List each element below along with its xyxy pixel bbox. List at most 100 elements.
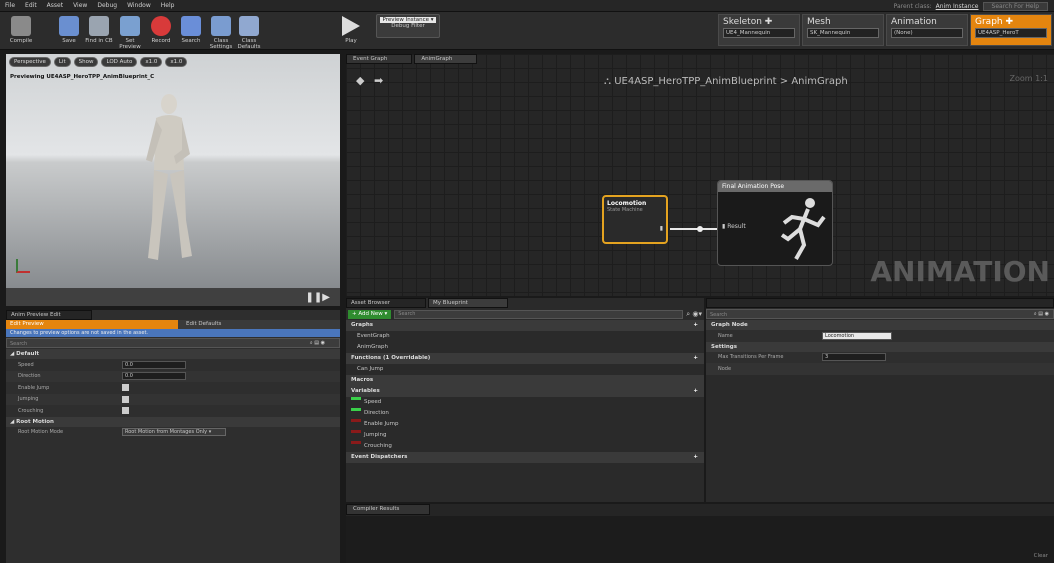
result-pin-icon[interactable]: ▮ Result [722, 223, 746, 230]
add-new-button[interactable]: + Add New ▾ [348, 309, 392, 319]
crouching-checkbox[interactable] [122, 407, 129, 415]
add-icon[interactable]: + [693, 353, 698, 364]
locomotion-node[interactable]: Locomotion State Machine ▮ [602, 195, 668, 244]
menu-window[interactable]: Window [122, 2, 156, 9]
class-defaults-button[interactable]: Class Defaults [234, 14, 264, 50]
max-transitions-field[interactable]: 3 [822, 353, 886, 362]
blueprint-item-label: Event Dispatchers [351, 454, 408, 460]
final-pose-node[interactable]: Final Animation Pose ▮ Result [717, 180, 833, 266]
preview-instance-dropdown[interactable]: Preview Instance ▾ Debug Filter [376, 14, 440, 38]
compile-icon [11, 16, 31, 36]
menu-debug[interactable]: Debug [92, 2, 122, 9]
save-button[interactable]: Save [54, 14, 84, 48]
clear-button[interactable]: Clear [1034, 553, 1048, 559]
compile-button[interactable]: Compile [6, 14, 36, 48]
search-button[interactable]: Search [176, 14, 206, 48]
menu-file[interactable]: File [0, 2, 20, 9]
play-button[interactable]: Play [336, 14, 366, 48]
mode-skeleton-asset: UE4_Mannequin [723, 28, 795, 38]
add-icon[interactable]: + [693, 386, 698, 397]
name-field[interactable]: Locomotion [822, 331, 892, 340]
lit-button[interactable]: Lit [53, 57, 71, 67]
mode-animation[interactable]: Animation (None) [886, 14, 968, 46]
jumping-checkbox[interactable] [122, 395, 129, 403]
menu-asset[interactable]: Asset [42, 2, 68, 9]
enable-jump-checkbox[interactable] [122, 384, 129, 392]
output-pin-icon[interactable]: ▮ [660, 225, 663, 232]
mode-skeleton[interactable]: Skeleton ✚ UE4_Mannequin [718, 14, 800, 46]
edit-defaults-tab[interactable]: Edit Defaults [178, 320, 340, 329]
variable-type-icon [351, 419, 361, 422]
search-icon[interactable]: ⌕ ◉▾ [686, 310, 702, 319]
anim-preview-tab[interactable]: Anim Preview Edit [6, 310, 92, 320]
search-icon[interactable]: ⌕ ▤ ◉ [1031, 310, 1049, 318]
blueprint-item[interactable]: Crouching [346, 441, 704, 452]
speed-button[interactable]: x1.0 [140, 57, 163, 67]
tab-event-graph[interactable]: Event Graph [346, 54, 413, 64]
blueprint-section[interactable]: Functions (1 Overridable) + [346, 353, 704, 364]
details-search-placeholder: Search [710, 312, 728, 318]
root-motion-mode-dropdown[interactable]: Root Motion from Montages Only ▾ [122, 428, 226, 437]
toolbar-buttons: Compile Save Find in CB Set Preview Record Se… [0, 12, 370, 50]
mode-graph[interactable]: Graph ✚ UE4ASP_HeroT [970, 14, 1052, 46]
preview-search-input[interactable]: Search ⌕ ▤ ◉ [6, 338, 340, 348]
blueprint-item[interactable]: Can Jump [346, 364, 704, 375]
toolbar-label: Save [62, 38, 76, 44]
anim-graph-editor[interactable]: Event Graph AnimGraph ◆ ➡ ⛬ UE4ASP_HeroT… [346, 54, 1054, 296]
default-section[interactable]: ◢ Default [6, 349, 340, 359]
graph-node-section[interactable]: Graph Node [706, 320, 1054, 330]
lod-button[interactable]: LOD Auto [101, 57, 138, 67]
result-label: Result [727, 223, 746, 230]
menu-help[interactable]: Help [156, 2, 180, 9]
node-label: Node [718, 365, 732, 372]
blueprint-item[interactable]: Direction [346, 408, 704, 419]
compiler-results-panel: Compiler Results Clear [346, 504, 1054, 563]
tab-my-blueprint[interactable]: My Blueprint [428, 298, 508, 308]
class-settings-button[interactable]: Class Settings [206, 14, 236, 50]
tab-asset-browser[interactable]: Asset Browser [346, 298, 426, 308]
parent-class-link[interactable]: Anim Instance [936, 3, 979, 10]
blueprint-section[interactable]: Variables + [346, 386, 704, 397]
set-preview-button[interactable]: Set Preview [115, 14, 145, 50]
speed-field[interactable]: 0.0 [122, 360, 186, 369]
blueprint-item-label: Functions (1 Overridable) [351, 355, 431, 361]
add-icon[interactable]: + [693, 320, 698, 331]
preview-viewport[interactable]: Perspective Lit Show LOD Auto x1.0 x1.0 … [6, 54, 340, 306]
find-in-cb-button[interactable]: Find in CB [84, 14, 114, 48]
speed-row: Speed 0.0 [6, 359, 340, 371]
blueprint-search-input[interactable]: Search [394, 309, 684, 319]
graph-tabs: Event Graph AnimGraph [346, 54, 478, 64]
menu-view[interactable]: View [68, 2, 92, 9]
perspective-button[interactable]: Perspective [9, 57, 51, 67]
scale-button[interactable]: x1.0 [165, 57, 188, 67]
blueprint-section[interactable]: Graphs + [346, 320, 704, 331]
blueprint-item[interactable]: Speed [346, 397, 704, 408]
blueprint-item[interactable]: AnimGraph [346, 342, 704, 353]
help-search-input[interactable]: Search For Help [982, 1, 1048, 11]
blueprint-item-label: Variables [351, 388, 380, 394]
forward-arrow-icon[interactable]: ➡ [374, 74, 383, 87]
record-button[interactable]: Record [146, 14, 176, 48]
show-button[interactable]: Show [73, 57, 99, 67]
blueprint-item[interactable]: Enable Jump [346, 419, 704, 430]
back-arrow-icon[interactable]: ◆ [356, 74, 364, 87]
blueprint-item[interactable]: EventGraph [346, 331, 704, 342]
details-search-input[interactable]: Search ⌕ ▤ ◉ [706, 309, 1054, 319]
direction-field[interactable]: 0.0 [122, 372, 186, 381]
mode-mesh[interactable]: Mesh SK_Mannequin [802, 14, 884, 46]
add-icon[interactable]: + [693, 452, 698, 463]
mannequin-figure [146, 94, 192, 260]
compiler-results-tab[interactable]: Compiler Results [346, 504, 431, 515]
blueprint-section[interactable]: Event Dispatchers + [346, 452, 704, 463]
mode-switcher: Skeleton ✚ UE4_Mannequin Mesh SK_Mannequin… [718, 14, 1052, 48]
edit-preview-tab[interactable]: Edit Preview [6, 320, 178, 329]
mode-mesh-asset: SK_Mannequin [807, 28, 879, 38]
search-icon[interactable]: ⌕ ▤ ◉ [307, 339, 325, 347]
root-motion-section[interactable]: ◢ Root Motion [6, 416, 340, 427]
blueprint-section[interactable]: Macros [346, 375, 704, 386]
blueprint-item[interactable]: Jumping [346, 430, 704, 441]
settings-section[interactable]: Settings [706, 341, 1054, 352]
menu-edit[interactable]: Edit [20, 2, 42, 9]
pause-play-icon[interactable]: ❚❚▶ [306, 292, 330, 303]
tab-anim-graph[interactable]: AnimGraph [414, 54, 478, 64]
